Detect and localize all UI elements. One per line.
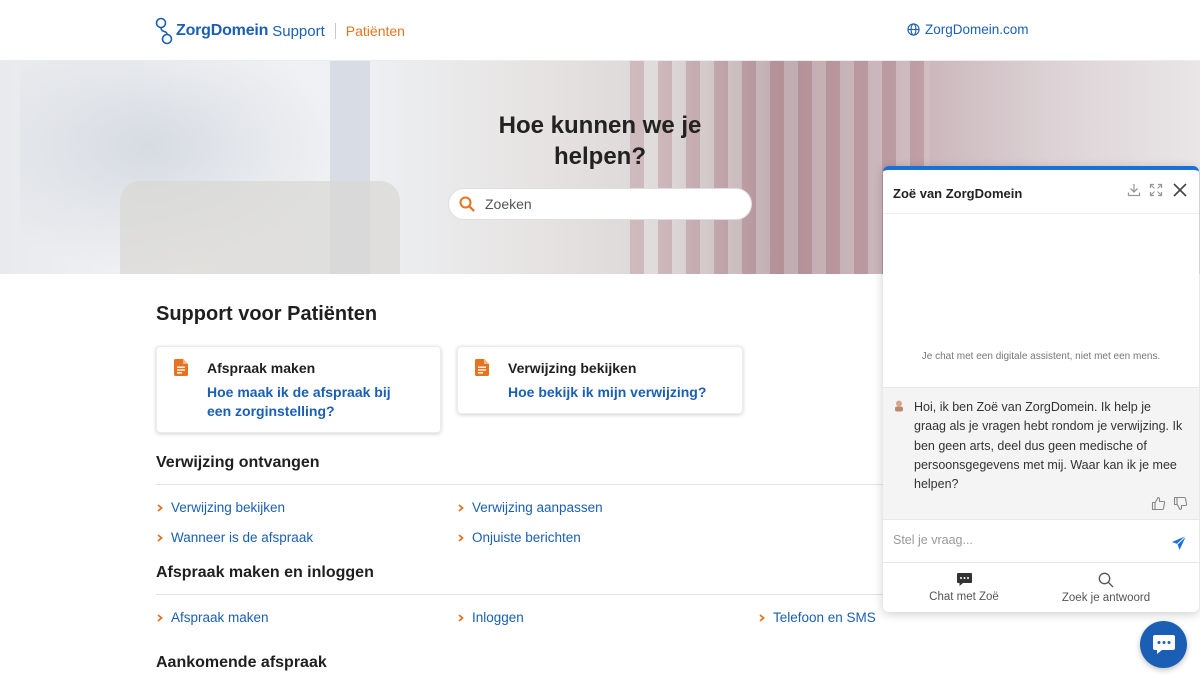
card-afspraak-maken[interactable]: Afspraak maken Hoe maak ik de afspraak b… <box>156 346 441 433</box>
chat-message: Hoi, ik ben Zoë van ZorgDomein. Ik help … <box>883 387 1199 520</box>
link-inloggen[interactable]: Inloggen <box>457 610 524 625</box>
search-icon <box>1098 572 1114 588</box>
card-title: Verwijzing bekijken <box>508 360 637 376</box>
chat-bubble-icon <box>956 573 972 586</box>
tab-label: Chat met Zoë <box>929 591 999 603</box>
tab-zoek-je-antwoord[interactable]: Zoek je antwoord <box>1031 572 1181 604</box>
page-title: Support voor Patiënten <box>156 303 378 325</box>
card-title: Afspraak maken <box>207 360 316 376</box>
chevron-right-icon <box>458 503 464 512</box>
globe-icon <box>907 23 920 36</box>
expand-icon[interactable] <box>1149 183 1163 197</box>
chat-input-bar <box>883 521 1199 563</box>
link-onjuiste-berichten[interactable]: Onjuiste berichten <box>457 530 581 545</box>
card-verwijzing-bekijken[interactable]: Verwijzing bekijken Hoe bekijk ik mijn v… <box>457 346 743 414</box>
chat-widget: Zoë van ZorgDomein Je chat met een digit… <box>883 166 1199 612</box>
link-label: Inloggen <box>472 610 524 625</box>
chat-disclaimer: Je chat met een digitale assistent, niet… <box>921 351 1161 362</box>
search-icon <box>459 196 475 212</box>
document-icon <box>475 359 489 376</box>
chat-launcher-button[interactable] <box>1140 621 1187 668</box>
section-title-afspraak-maken-en-inloggen: Afspraak maken en inloggen <box>156 564 374 581</box>
link-label: Verwijzing bekijken <box>171 500 286 515</box>
link-wanneer-is-de-afspraak[interactable]: Wanneer is de afspraak <box>156 530 313 545</box>
search-box[interactable] <box>448 188 752 220</box>
thumbs-down-icon[interactable] <box>1173 496 1188 511</box>
download-icon[interactable] <box>1127 183 1141 197</box>
logo-brand-text: ZorgDomein <box>176 22 269 39</box>
tab-label: Zoek je antwoord <box>1061 592 1151 604</box>
chat-title: Zoë van ZorgDomein <box>893 186 1023 201</box>
close-icon[interactable] <box>1172 182 1188 198</box>
link-label: Wanneer is de afspraak <box>171 530 314 545</box>
hero-photo-area <box>120 181 400 274</box>
section-divider <box>156 484 884 485</box>
link-label: Onjuiste berichten <box>472 530 581 545</box>
audience-label: Patiënten <box>345 23 405 39</box>
link-label: Verwijzing aanpassen <box>472 500 603 515</box>
link-label: Telefoon en SMS <box>773 610 876 625</box>
search-input[interactable] <box>485 196 735 212</box>
logo[interactable]: ZorgDomein Support Patiënten <box>155 17 405 45</box>
chat-message-text: Hoi, ik ben Zoë van ZorgDomein. Ik help … <box>914 400 1183 492</box>
site-header: ZorgDomein Support Patiënten ZorgDomein.… <box>0 0 1200 61</box>
link-afspraak-maken[interactable]: Afspraak maken <box>156 610 269 625</box>
link-telefoon-en-sms[interactable]: Telefoon en SMS <box>758 610 876 625</box>
chevron-right-icon <box>157 533 163 542</box>
card-link[interactable]: Hoe bekijk ik mijn verwijzing? <box>508 383 706 402</box>
chevron-right-icon <box>157 613 163 622</box>
section-title-aankomende-afspraak: Aankomende afspraak <box>156 654 327 671</box>
link-label: Afspraak maken <box>171 610 269 625</box>
site-link-label: ZorgDomein.com <box>925 22 1029 37</box>
link-verwijzing-bekijken[interactable]: Verwijzing bekijken <box>156 500 285 515</box>
card-link[interactable]: Hoe maak ik de afspraak bij een zorginst… <box>207 383 407 421</box>
document-icon <box>174 359 188 376</box>
zorgdomein-logo-icon <box>155 17 173 45</box>
chat-bubble-icon <box>1152 634 1175 654</box>
assistant-avatar-icon <box>895 400 903 412</box>
chat-header: Zoë van ZorgDomein <box>883 170 1199 214</box>
chevron-right-icon <box>759 613 765 622</box>
section-divider <box>156 594 884 595</box>
tab-chat-met-zoe[interactable]: Chat met Zoë <box>889 572 1039 603</box>
section-title-verwijzing-ontvangen: Verwijzing ontvangen <box>156 454 320 471</box>
zorgdomein-site-link[interactable]: ZorgDomein.com <box>907 22 1029 37</box>
thumbs-up-icon[interactable] <box>1151 496 1166 511</box>
chevron-right-icon <box>458 533 464 542</box>
link-verwijzing-aanpassen[interactable]: Verwijzing aanpassen <box>457 500 603 515</box>
chat-question-input[interactable] <box>893 533 1153 547</box>
chevron-right-icon <box>157 503 163 512</box>
send-icon[interactable] <box>1171 535 1187 551</box>
logo-divider <box>334 23 336 39</box>
chevron-right-icon <box>458 613 464 622</box>
logo-support-text: Support <box>272 22 325 40</box>
hero-title: Hoe kunnen we je helpen? <box>498 112 702 170</box>
